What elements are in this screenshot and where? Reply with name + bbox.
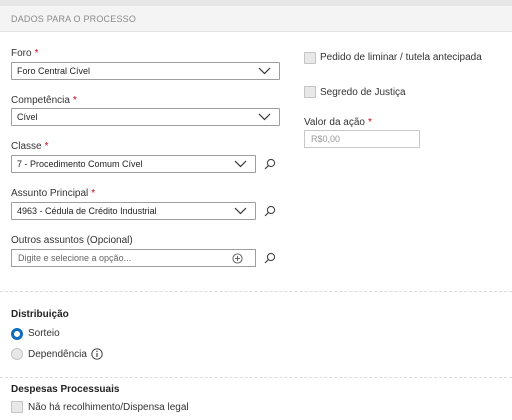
foro-select[interactable]: Foro Central Cível [11, 62, 280, 80]
outros-label: Outros assuntos (Opcional) [11, 235, 133, 246]
search-icon[interactable] [264, 205, 276, 217]
dependencia-radio[interactable] [11, 348, 23, 360]
section-header: DADOS PARA O PROCESSO [0, 6, 512, 32]
liminar-checkbox[interactable] [304, 52, 316, 64]
sorteio-radio[interactable] [11, 328, 23, 340]
chevron-down-icon [234, 160, 247, 168]
chevron-down-icon [258, 67, 271, 75]
competencia-select[interactable]: Cível [11, 108, 280, 126]
dispensa-checkbox[interactable] [11, 401, 23, 413]
competencia-label: Competência * [11, 95, 77, 106]
classe-label: Classe * [11, 141, 49, 152]
info-icon[interactable] [91, 348, 103, 360]
foro-label: Foro * [11, 48, 39, 59]
liminar-label: Pedido de liminar / tutela antecipada [320, 52, 482, 63]
divider [0, 377, 512, 378]
chevron-down-icon [234, 207, 247, 215]
assunto-value: 4963 - Cédula de Crédito Industrial [17, 206, 157, 216]
section-title: DADOS PARA O PROCESSO [11, 14, 137, 24]
assunto-label: Assunto Principal * [11, 188, 96, 199]
divider [0, 291, 512, 292]
chevron-down-icon [258, 113, 271, 121]
distribuicao-title: Distribuição [11, 309, 69, 320]
dispensa-label: Não há recolhimento/Dispensa legal [28, 402, 189, 413]
valor-placeholder: R$0,00 [311, 134, 341, 144]
add-circle-icon[interactable] [232, 253, 243, 264]
valor-input[interactable]: R$0,00 [304, 130, 420, 148]
dependencia-label: Dependência [28, 349, 87, 360]
outros-placeholder: Digite e selecione a opção... [18, 253, 132, 263]
search-icon[interactable] [264, 158, 276, 170]
classe-value: 7 - Procedimento Comum Cível [17, 159, 143, 169]
foro-value: Foro Central Cível [17, 66, 91, 76]
search-icon[interactable] [264, 252, 276, 264]
sorteio-label: Sorteio [28, 328, 60, 339]
outros-input[interactable]: Digite e selecione a opção... [11, 249, 256, 267]
segredo-label: Segredo de Justiça [320, 87, 406, 98]
segredo-checkbox[interactable] [304, 86, 316, 98]
classe-select[interactable]: 7 - Procedimento Comum Cível [11, 155, 256, 173]
valor-label: Valor da ação * [304, 117, 372, 128]
despesas-title: Despesas Processuais [11, 384, 120, 395]
competencia-value: Cível [17, 112, 38, 122]
assunto-select[interactable]: 4963 - Cédula de Crédito Industrial [11, 202, 256, 220]
